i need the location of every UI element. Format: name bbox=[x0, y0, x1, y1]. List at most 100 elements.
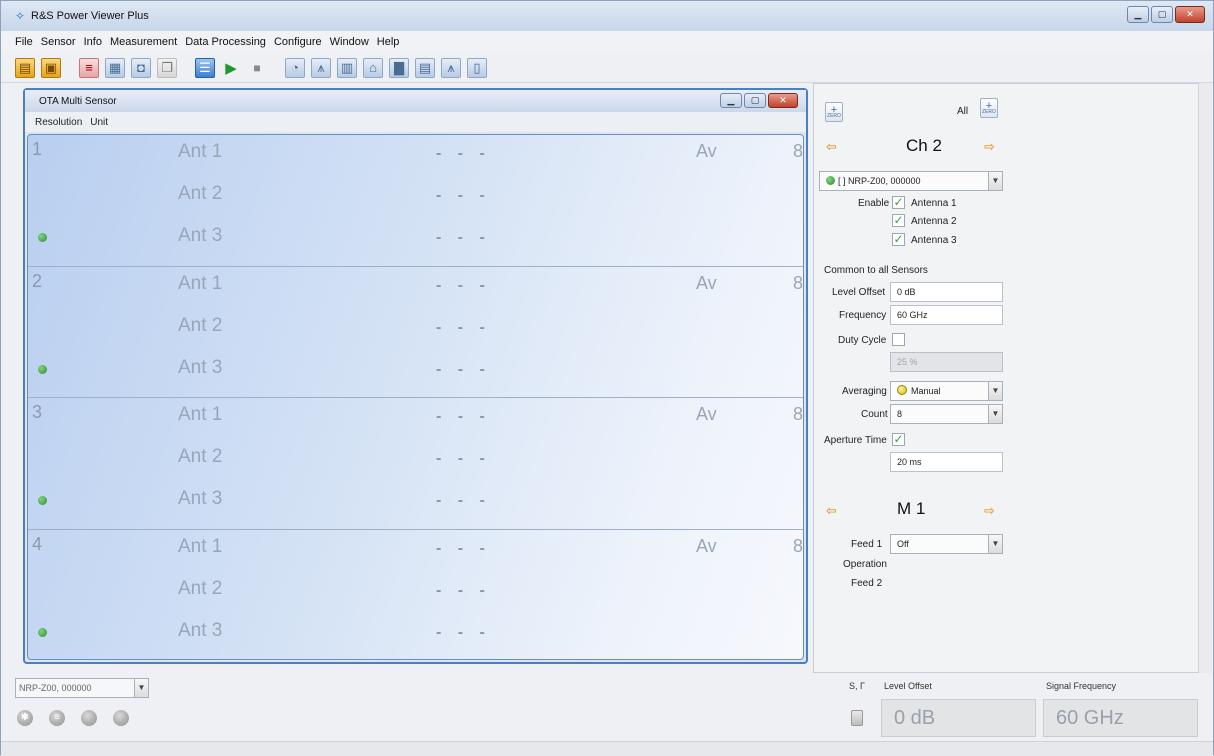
statistics-icon[interactable]: ▤ bbox=[415, 57, 435, 78]
aperture-time-checkbox[interactable]: ✓ bbox=[892, 433, 905, 446]
status-led-icon bbox=[81, 710, 97, 726]
maximize-button[interactable]: ▢ bbox=[1151, 6, 1173, 23]
status-led-icon bbox=[826, 176, 835, 185]
antenna-3-checkbox[interactable]: ✓ bbox=[892, 233, 905, 246]
feed1-combo[interactable]: Off ▼ bbox=[890, 534, 1003, 554]
play-icon[interactable]: ▶ bbox=[221, 58, 241, 78]
copy-icon[interactable]: ❐ bbox=[157, 57, 177, 78]
antenna-label: Ant 3 bbox=[178, 488, 223, 509]
menu-sensor[interactable]: Sensor bbox=[41, 36, 76, 48]
menu-data-processing[interactable]: Data Processing bbox=[185, 36, 266, 48]
aperture-time-input[interactable]: 20 ms bbox=[890, 452, 1003, 472]
menu-resolution[interactable]: Resolution bbox=[35, 117, 82, 128]
power-value: - - - bbox=[436, 492, 491, 509]
sensor-group-4[interactable]: 4 Av 8 Ant 1 Ant 2 Ant 3 - - - - - - - -… bbox=[28, 530, 804, 660]
antenna-2-checkbox[interactable]: ✓ bbox=[892, 214, 905, 227]
inner-maximize-button[interactable]: ▢ bbox=[744, 93, 766, 108]
menu-file[interactable]: File bbox=[15, 36, 33, 48]
duty-cycle-input: 25 % bbox=[890, 352, 1003, 372]
antenna-1-label: Antenna 1 bbox=[911, 198, 957, 209]
duty-cycle-checkbox[interactable] bbox=[892, 333, 905, 346]
averaging-label: Averaging bbox=[842, 386, 887, 397]
average-count-label: 8 bbox=[793, 535, 804, 556]
count-combo[interactable]: 8 ▼ bbox=[890, 404, 1003, 424]
settings-scrollbar[interactable] bbox=[1198, 83, 1212, 673]
chevron-down-icon[interactable]: ▼ bbox=[988, 535, 1002, 553]
frequency-label: Frequency bbox=[839, 310, 887, 321]
sensor-group-3[interactable]: 3 Av 8 Ant 1 Ant 2 Ant 3 - - - - - - - -… bbox=[28, 398, 803, 530]
average-mode-label: Av bbox=[696, 272, 717, 293]
inner-minimize-button[interactable]: ▁ bbox=[720, 93, 742, 108]
zero-all-button[interactable]: ZERO bbox=[980, 93, 998, 119]
calculator-icon[interactable] bbox=[851, 710, 863, 726]
power-value: - - - bbox=[436, 360, 491, 378]
signal-frequency-label: Signal Frequency bbox=[1046, 681, 1117, 691]
sensor-select[interactable]: NRP-Z00, 000000 ▼ bbox=[15, 678, 149, 698]
trace-icon[interactable]: ⩚ bbox=[311, 57, 331, 78]
feed1-label: Feed 1 bbox=[851, 539, 883, 550]
power-value: - - - bbox=[436, 276, 491, 294]
frequency-input[interactable]: 60 GHz bbox=[890, 305, 1003, 325]
power-value: - - - bbox=[436, 229, 491, 246]
sensor-group-2[interactable]: 2 Av 8 Ant 1 Ant 2 Ant 3 - - - - - - - -… bbox=[28, 267, 803, 398]
antenna-label: Ant 1 bbox=[178, 141, 223, 162]
chevron-down-icon[interactable]: ▼ bbox=[134, 679, 148, 697]
feed2-label: Feed 2 bbox=[851, 578, 883, 589]
table-icon[interactable]: ▥ bbox=[337, 57, 357, 78]
camera-icon[interactable]: ◘ bbox=[131, 57, 151, 78]
previous-math-arrow-icon[interactable]: ⇦ bbox=[826, 503, 837, 519]
status-led-icon bbox=[113, 710, 129, 726]
inner-close-button[interactable]: ✕ bbox=[768, 93, 798, 108]
histogram-icon[interactable]: ▇ bbox=[389, 57, 409, 78]
waveform-icon[interactable]: ⌂ bbox=[363, 57, 383, 78]
antenna-label: Ant 2 bbox=[178, 577, 223, 599]
next-math-arrow-icon[interactable]: ⇨ bbox=[984, 503, 995, 519]
chevron-down-icon[interactable]: ▼ bbox=[988, 172, 1002, 190]
stop-icon[interactable]: ■ bbox=[247, 58, 267, 78]
level-offset-readout: 0 dB bbox=[881, 699, 1036, 737]
menu-measurement[interactable]: Measurement bbox=[110, 36, 177, 48]
log-icon[interactable]: ▯ bbox=[467, 57, 487, 78]
menu-info[interactable]: Info bbox=[84, 36, 102, 48]
mdi-area: OTA Multi Sensor ▁ ▢ ✕ Resolution Unit 1… bbox=[15, 83, 812, 668]
antenna-label: Ant 1 bbox=[178, 535, 223, 557]
status-led-icon bbox=[897, 385, 907, 395]
menu-unit[interactable]: Unit bbox=[90, 117, 108, 128]
menu-help[interactable]: Help bbox=[377, 36, 400, 48]
antenna-label: Ant 2 bbox=[178, 183, 223, 204]
antenna-label: Ant 3 bbox=[178, 619, 223, 641]
screenshot-icon[interactable]: ▦ bbox=[105, 57, 125, 78]
menu-configure[interactable]: Configure bbox=[274, 36, 322, 48]
zero-button[interactable]: ZERO bbox=[825, 97, 843, 123]
chevron-down-icon[interactable]: ▼ bbox=[988, 405, 1002, 423]
menu-window[interactable]: Window bbox=[330, 36, 369, 48]
enable-label: Enable bbox=[858, 198, 890, 209]
close-button[interactable]: ✕ bbox=[1175, 6, 1205, 23]
report-icon[interactable]: ≡ bbox=[79, 57, 99, 78]
duty-cycle-label: Duty Cycle bbox=[838, 335, 887, 346]
rs-logo-icon: ✧ bbox=[15, 9, 26, 23]
chevron-down-icon[interactable]: ▼ bbox=[988, 382, 1002, 400]
power-value: - - - bbox=[436, 539, 491, 557]
sensor-combo[interactable]: [ ] NRP-Z00, 000000 ▼ bbox=[819, 171, 1003, 191]
all-label: All bbox=[957, 106, 969, 117]
common-sensors-label: Common to all Sensors bbox=[824, 265, 928, 276]
channel-title: Ch 2 bbox=[906, 136, 942, 155]
sensor-group-1[interactable]: 1 Av 8 Ant 1 Ant 2 Ant 3 - - - - - - - -… bbox=[28, 135, 803, 267]
previous-channel-arrow-icon[interactable]: ⇦ bbox=[826, 139, 837, 155]
ota-icon[interactable]: ⩚ bbox=[441, 57, 461, 78]
minimize-button[interactable]: ▁ bbox=[1127, 6, 1149, 23]
antenna-1-checkbox[interactable]: ✓ bbox=[892, 196, 905, 209]
save-file-icon[interactable]: ▣ bbox=[41, 57, 61, 78]
next-channel-arrow-icon[interactable]: ⇨ bbox=[984, 139, 995, 155]
toolbar: ▤ ▣ ≡ ▦ ◘ ❐ ☰ ▶ ■ ◔ ⩚ ▥ ⌂ ▇ ▤ ⩚ ▯ bbox=[1, 53, 1213, 83]
gauge-icon[interactable]: ◔ bbox=[285, 57, 305, 78]
average-mode-label: Av bbox=[696, 535, 717, 556]
power-value: - - - bbox=[436, 145, 491, 162]
power-value: - - - bbox=[436, 318, 491, 336]
open-file-icon[interactable]: ▤ bbox=[15, 57, 35, 78]
list-view-icon[interactable]: ☰ bbox=[195, 57, 215, 78]
level-offset-input[interactable]: 0 dB bbox=[890, 282, 1003, 302]
antenna-3-label: Antenna 3 bbox=[911, 235, 957, 246]
averaging-combo[interactable]: Manual ▼ bbox=[890, 381, 1003, 401]
